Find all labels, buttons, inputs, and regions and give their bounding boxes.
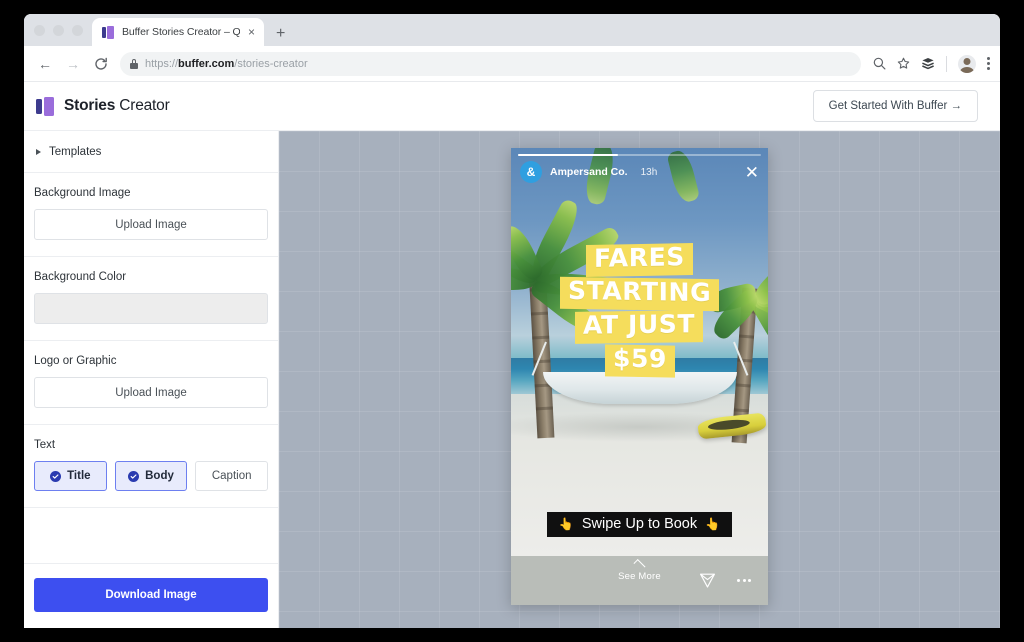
check-icon [50,471,61,482]
toolbar-divider [946,56,947,72]
browser-tab[interactable]: Buffer Stories Creator – Quickl × [92,18,264,46]
lock-icon [130,59,138,69]
download-image-button[interactable]: Download Image [34,578,268,612]
toolbar-icons [869,55,990,73]
address-bar[interactable]: https://buffer.com/stories-creator [120,52,861,76]
minimize-window-button[interactable] [53,25,64,36]
preview-canvas[interactable]: & Ampersand Co. 13h ✕ Fares Starting At … [279,131,1000,628]
story-timestamp: 13h [641,167,658,178]
text-toggle-title[interactable]: Title [34,461,107,491]
background-image-section: Background Image Upload Image [24,173,278,257]
profile-avatar-icon[interactable] [958,55,976,73]
sidebar-spacer [24,508,278,564]
url-domain: buffer.com [178,58,234,70]
buffer-logo-icon [36,97,55,116]
story-progress-track [518,154,761,156]
kebab-menu-icon[interactable] [987,57,990,70]
see-more-button[interactable]: See More [511,562,768,582]
story-header: & Ampersand Co. 13h ✕ [520,161,759,183]
maximize-window-button[interactable] [72,25,83,36]
app-title: Stories Creator [64,97,170,115]
back-button[interactable]: ← [32,51,58,77]
see-more-label: See More [618,571,661,582]
extension-icon[interactable] [921,57,935,70]
text-section: Text Title Body [24,425,278,508]
brand-light: Creator [119,97,169,114]
editor-sidebar: Templates Background Image Upload Image … [24,131,279,628]
url-scheme: https:// [145,58,178,70]
story-caption-bar: 👆 Swipe Up to Book 👆 [511,512,768,537]
headline-line-3: At Just [575,310,703,343]
search-icon[interactable] [873,57,886,70]
url-path: /stories-creator [234,58,307,70]
story-progress-bar[interactable] [518,154,761,156]
story-caption: 👆 Swipe Up to Book 👆 [547,512,732,537]
logo-or-graphic-label: Logo or Graphic [34,355,268,367]
text-toggle-caption[interactable]: Caption [195,461,268,491]
buffer-logo-icon [102,26,115,39]
story-username: Ampersand Co. [550,166,628,178]
more-options-icon[interactable] [737,579,751,582]
text-toggle-group: Title Body Caption [34,461,268,491]
text-toggle-body[interactable]: Body [115,461,188,491]
text-toggle-caption-label: Caption [212,470,252,482]
tab-title: Buffer Stories Creator – Quickl [122,26,240,38]
page-content: Stories Creator Get Started With Buffer … [24,82,1000,628]
story-footer: See More [511,556,768,605]
window-traffic-lights [32,14,92,46]
brand-bold: Stories [64,97,115,114]
new-tab-button[interactable]: + [276,26,285,42]
pointing-up-icon-right: 👆 [705,517,720,531]
reload-button[interactable] [88,51,114,77]
story-progress-fill [518,154,618,156]
headline-line-4: $59 [605,344,675,377]
text-toggle-title-label: Title [67,470,90,482]
close-icon[interactable]: ✕ [745,164,759,181]
page-body: Templates Background Image Upload Image … [24,131,1000,628]
check-icon [128,471,139,482]
background-image-upload-button[interactable]: Upload Image [34,209,268,240]
tab-strip: Buffer Stories Creator – Quickl × + [24,14,1000,46]
forward-button[interactable]: → [60,51,86,77]
browser-toolbar: ← → https://buffer.com/stories-creator [24,46,1000,82]
close-window-button[interactable] [34,25,45,36]
get-started-button[interactable]: Get Started With Buffer → [813,90,978,122]
headline-line-2: Starting [560,276,719,310]
text-toggle-body-label: Body [145,470,174,482]
url-text: https://buffer.com/stories-creator [145,58,308,70]
story-caption-text: Swipe Up to Book [582,516,697,532]
logo-or-graphic-section: Logo or Graphic Upload Image [24,341,278,425]
chevron-up-icon [633,559,645,571]
browser-window: Buffer Stories Creator – Quickl × + ← → … [24,14,1000,628]
chevron-right-icon [36,149,41,155]
sidebar-footer: Download Image [24,564,278,628]
headline-line-1: Fares [586,243,693,277]
avatar[interactable]: & [520,161,542,183]
background-color-label: Background Color [34,271,268,283]
bookmark-star-icon[interactable] [897,57,910,70]
logo-upload-button[interactable]: Upload Image [34,377,268,408]
send-icon[interactable] [699,572,716,594]
background-color-section: Background Color [24,257,278,341]
story-preview-card[interactable]: & Ampersand Co. 13h ✕ Fares Starting At … [511,148,768,605]
app-header: Stories Creator Get Started With Buffer … [24,82,1000,131]
templates-label: Templates [49,146,101,158]
app-brand[interactable]: Stories Creator [36,97,170,116]
background-image-label: Background Image [34,187,268,199]
close-icon[interactable]: × [247,26,256,38]
text-label: Text [34,439,268,451]
pointing-up-icon-left: 👆 [559,517,574,531]
background-color-swatch[interactable] [34,293,268,324]
story-headline: Fares Starting At Just $59 [511,244,768,376]
templates-accordion[interactable]: Templates [24,131,278,173]
